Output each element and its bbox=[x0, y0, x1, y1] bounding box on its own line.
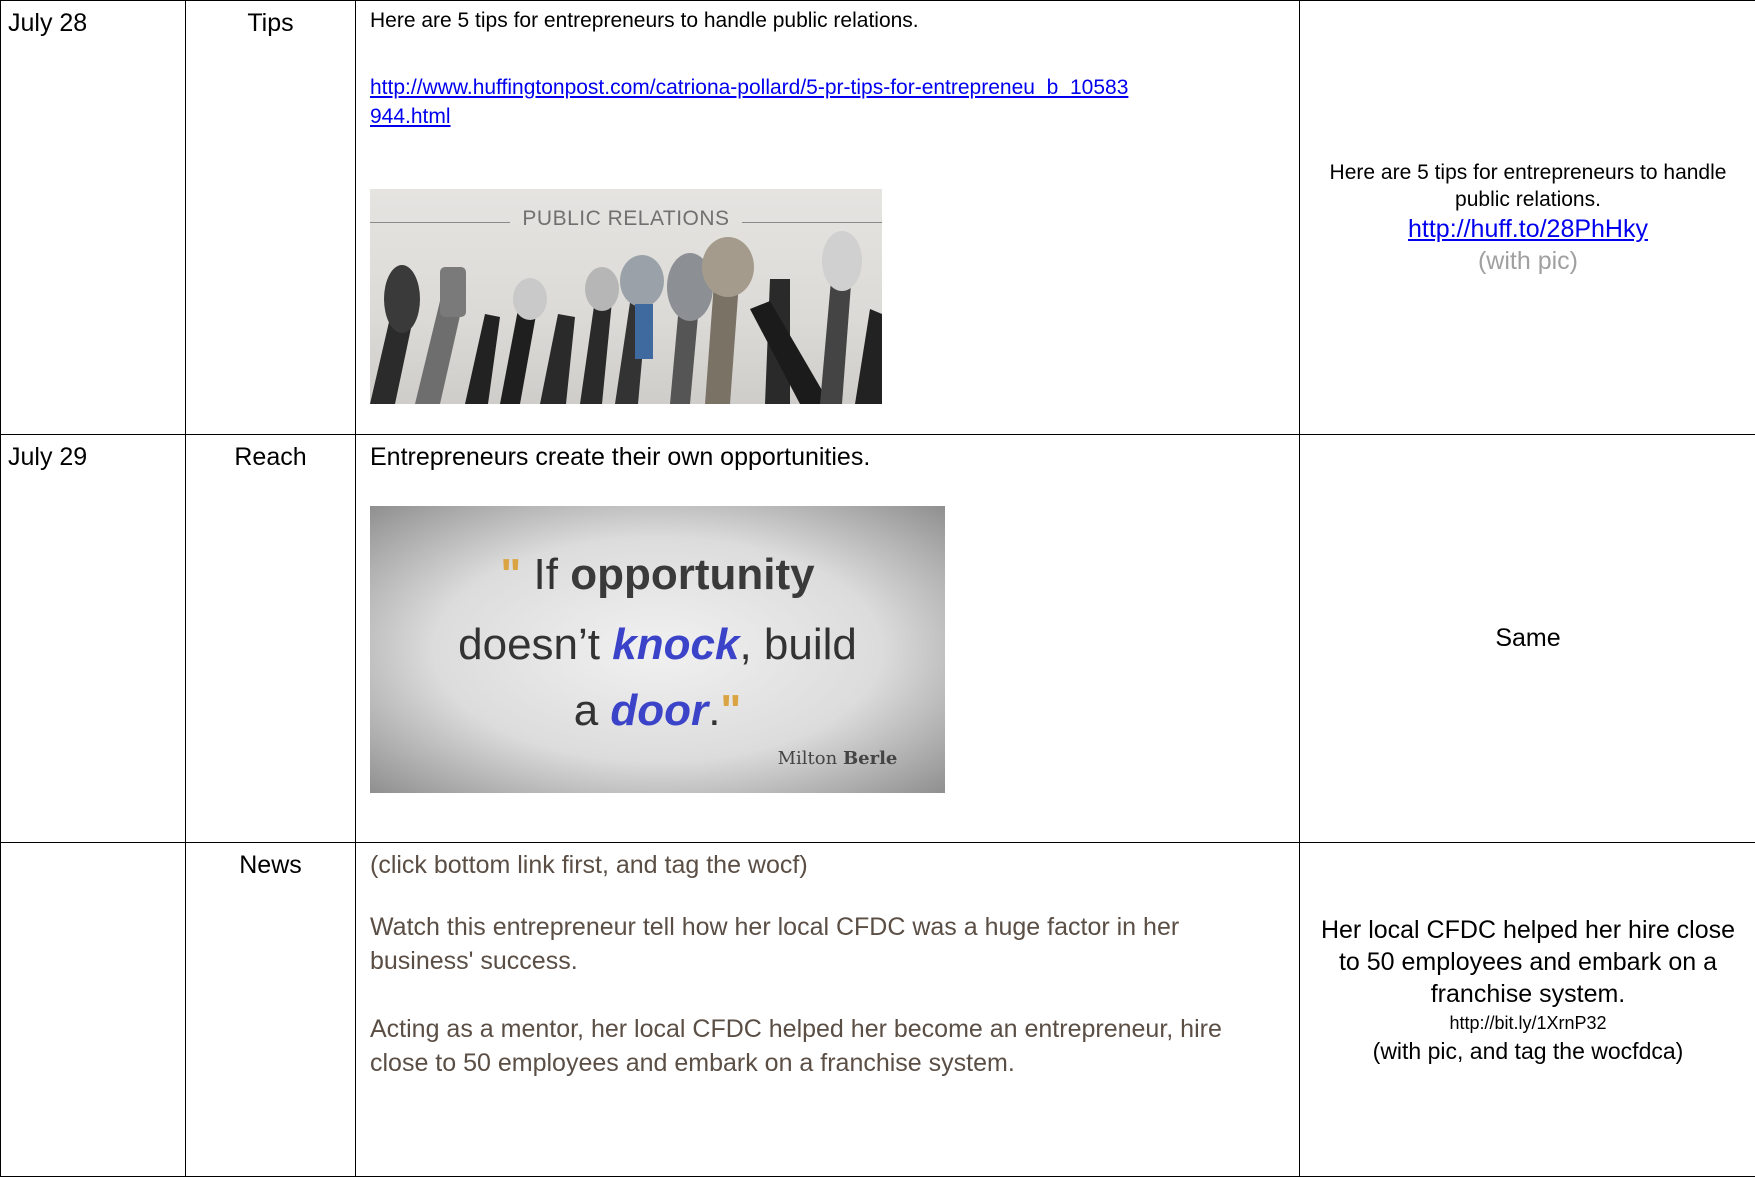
quote-word: knock bbox=[612, 620, 739, 669]
short-link-text: http://bit.ly/1XrnP32 bbox=[1300, 1010, 1755, 1036]
post-cell: Same bbox=[1300, 435, 1755, 843]
quote-word: opportunity bbox=[570, 550, 814, 599]
public-relations-photo: PUBLIC RELATIONS bbox=[370, 189, 882, 404]
quote-word: . bbox=[708, 686, 720, 735]
quote-photo: " If opportunity doesn’t knock, build a … bbox=[370, 506, 945, 793]
content-cell: (click bottom link first, and tag the wo… bbox=[356, 843, 1300, 1177]
quote-mark-icon: " bbox=[720, 686, 741, 735]
content-text: Entrepreneurs create their own opportuni… bbox=[370, 443, 1285, 472]
quote-word: , build bbox=[739, 620, 856, 669]
quote-word: If bbox=[534, 550, 558, 599]
post-text: Her local CFDC helped her hire close to … bbox=[1300, 914, 1755, 1010]
category-text: Tips bbox=[247, 9, 293, 37]
date-cell bbox=[1, 843, 186, 1177]
category-cell: Tips bbox=[186, 1, 356, 435]
table-row: July 29 Reach Entrepreneurs create their… bbox=[1, 435, 1755, 843]
quote-word: door bbox=[610, 686, 708, 735]
quote-author: Milton bbox=[778, 748, 838, 769]
content-note: (click bottom link first, and tag the wo… bbox=[370, 851, 1285, 880]
post-cell: Her local CFDC helped her hire close to … bbox=[1300, 843, 1755, 1177]
quote-word: a bbox=[574, 686, 598, 735]
article-link[interactable]: http://www.huffingtonpost.com/catriona-p… bbox=[370, 76, 1128, 128]
short-link[interactable]: http://huff.to/28PhHky bbox=[1408, 215, 1648, 243]
content-text: Here are 5 tips for entrepreneurs to han… bbox=[370, 9, 1285, 33]
content-cell: Entrepreneurs create their own opportuni… bbox=[356, 435, 1300, 843]
post-cell: Here are 5 tips for entrepreneurs to han… bbox=[1300, 1, 1755, 435]
date-cell: July 28 bbox=[1, 1, 186, 435]
post-text: Same bbox=[1300, 624, 1755, 653]
category-text: News bbox=[239, 851, 302, 879]
post-text: Here are 5 tips for entrepreneurs to han… bbox=[1300, 159, 1755, 213]
content-paragraph: Watch this entrepreneur tell how her loc… bbox=[370, 910, 1285, 978]
category-cell: Reach bbox=[186, 435, 356, 843]
date-text: July 28 bbox=[8, 9, 87, 37]
category-text: Reach bbox=[234, 443, 306, 471]
quote-word: doesn’t bbox=[458, 620, 600, 669]
quote-author: Berle bbox=[843, 748, 897, 769]
date-text: July 29 bbox=[8, 443, 87, 471]
category-cell: News bbox=[186, 843, 356, 1177]
microphones-icon bbox=[370, 189, 882, 404]
schedule-table: July 28 Tips Here are 5 tips for entrepr… bbox=[0, 0, 1755, 1177]
content-paragraph: Acting as a mentor, her local CFDC helpe… bbox=[370, 1012, 1285, 1080]
quote-mark-icon: " bbox=[500, 550, 521, 599]
date-cell: July 29 bbox=[1, 435, 186, 843]
content-cell: Here are 5 tips for entrepreneurs to han… bbox=[356, 1, 1300, 435]
table-row: July 28 Tips Here are 5 tips for entrepr… bbox=[1, 1, 1755, 435]
post-note: (with pic, and tag the wocfdca) bbox=[1300, 1036, 1755, 1066]
post-note: (with pic) bbox=[1300, 245, 1755, 277]
table-row: News (click bottom link first, and tag t… bbox=[1, 843, 1755, 1177]
